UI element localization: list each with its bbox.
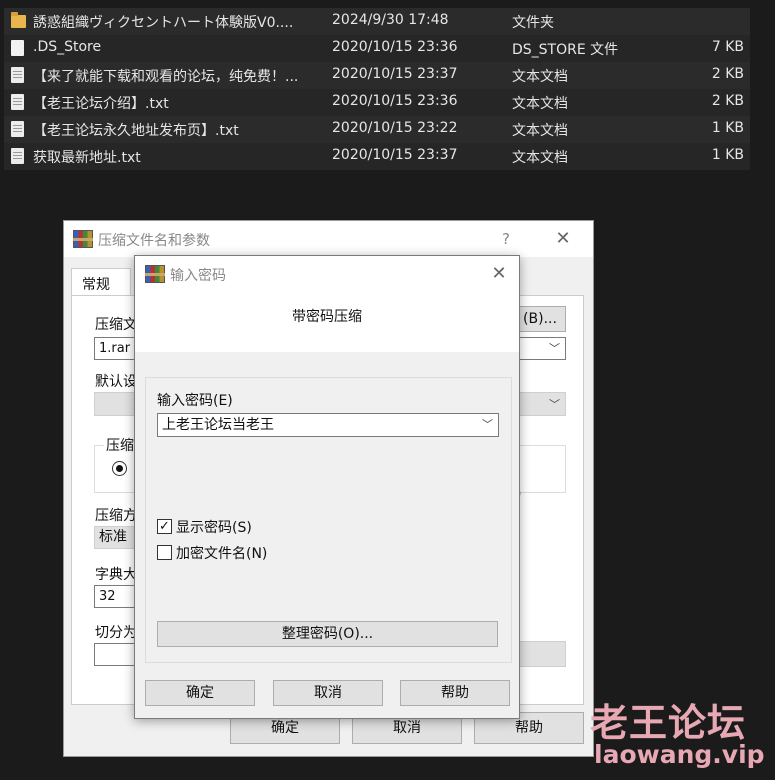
file-row[interactable]: .DS_Store 2020/10/15 23:36 DS_STORE 文件 7…: [4, 35, 750, 62]
close-icon[interactable]: ✕: [487, 262, 511, 286]
browse-button-label: (B)...: [523, 311, 557, 327]
method-label: 压缩方: [95, 508, 137, 524]
archive-dialog-titlebar: 压缩文件名和参数 ? ✕: [64, 221, 593, 257]
text-file-icon: [11, 121, 24, 137]
folder-icon: [11, 12, 26, 28]
format-group-label: 压缩: [104, 435, 136, 455]
format-radio[interactable]: [112, 461, 127, 476]
password-input[interactable]: 上老王论坛当老王 ﹀: [157, 413, 499, 437]
file-type: 文本文档: [512, 150, 568, 166]
archive-help-label: 帮助: [515, 720, 543, 736]
file-size: 2 KB: [711, 93, 744, 109]
method-value: 标准: [99, 529, 127, 545]
chevron-down-icon: ﹀: [549, 398, 560, 411]
split-label: 切分为: [95, 625, 137, 641]
file-icon: [11, 40, 24, 56]
password-ok-button[interactable]: 确定: [145, 680, 255, 706]
file-type: 文本文档: [512, 69, 568, 85]
file-row[interactable]: 誘惑組織ヴィクセントハート体験版V0.... 2024/9/30 17:48 文…: [4, 8, 750, 35]
file-date: 2020/10/15 23:36: [332, 93, 458, 109]
file-type: 文本文档: [512, 96, 568, 112]
show-password-label: 显示密码(S): [176, 520, 252, 536]
file-size: 1 KB: [711, 147, 744, 163]
archive-name-label: 压缩文: [95, 317, 137, 333]
archive-cancel-label: 取消: [393, 720, 421, 736]
file-type: 文本文档: [512, 123, 568, 139]
organize-passwords-button[interactable]: 整理密码(O)...: [157, 621, 498, 647]
password-dialog-titlebar: 输入密码 ✕: [135, 256, 519, 292]
archive-ok-label: 确定: [271, 720, 299, 736]
password-ok-label: 确定: [186, 685, 214, 701]
password-dialog-heading: 带密码压缩: [292, 309, 362, 325]
dict-value: 32: [99, 589, 116, 604]
file-size: 2 KB: [711, 66, 744, 82]
checkbox-unchecked-icon: [157, 545, 172, 560]
file-row[interactable]: 获取最新地址.txt 2020/10/15 23:37 文本文档 1 KB: [4, 143, 750, 170]
file-type: 文件夹: [512, 15, 554, 31]
file-type: DS_STORE 文件: [512, 42, 619, 58]
encrypt-names-label: 加密文件名(N): [176, 546, 268, 562]
password-dialog-header: 带密码压缩: [135, 292, 519, 352]
password-cancel-button[interactable]: 取消: [273, 680, 383, 706]
watermark-name: 老王论坛: [590, 701, 747, 745]
file-name: 【来了就能下载和观看的论坛，纯免费！...: [33, 69, 299, 85]
file-date: 2020/10/15 23:37: [332, 147, 458, 163]
file-size: 7 KB: [711, 39, 744, 55]
text-file-icon: [11, 148, 24, 164]
organize-passwords-label: 整理密码(O)...: [281, 626, 374, 642]
file-name: .DS_Store: [33, 39, 102, 55]
file-date: 2020/10/15 23:36: [332, 39, 458, 55]
tab-general[interactable]: 常规: [71, 268, 131, 296]
chevron-down-icon: ﹀: [482, 418, 493, 431]
archive-name-value: 1.rar: [99, 341, 131, 356]
dict-label: 字典大: [95, 567, 137, 583]
winrar-icon: [73, 230, 93, 248]
file-list: 誘惑組織ヴィクセントハート体験版V0.... 2024/9/30 17:48 文…: [4, 8, 750, 170]
password-label: 输入密码(E): [157, 393, 233, 409]
file-name: 获取最新地址.txt: [33, 150, 141, 166]
file-date: 2024/9/30 17:48: [332, 12, 449, 28]
password-cancel-label: 取消: [314, 685, 342, 701]
file-name: 【老王论坛永久地址发布页】.txt: [33, 123, 239, 139]
file-row[interactable]: 【老王论坛介绍】.txt 2020/10/15 23:36 文本文档 2 KB: [4, 89, 750, 116]
file-name: 【老王论坛介绍】.txt: [33, 96, 169, 112]
text-file-icon: [11, 94, 24, 110]
set-password-button[interactable]: [514, 641, 566, 667]
file-row[interactable]: 【来了就能下载和观看的论坛，纯免费！... 2020/10/15 23:37 文…: [4, 62, 750, 89]
archive-dialog-title: 压缩文件名和参数: [98, 233, 210, 249]
file-date: 2020/10/15 23:37: [332, 66, 458, 82]
password-help-label: 帮助: [441, 685, 469, 701]
close-icon[interactable]: ✕: [551, 227, 575, 251]
help-icon[interactable]: ?: [496, 227, 516, 251]
password-dialog: 输入密码 ✕ 带密码压缩 输入密码(E) 上老王论坛当老王 ﹀ ✓ 显示密码(S…: [134, 255, 520, 719]
file-row[interactable]: 【老王论坛永久地址发布页】.txt 2020/10/15 23:22 文本文档 …: [4, 116, 750, 143]
tab-general-label: 常规: [82, 277, 110, 293]
watermark-url: laowang.vip: [594, 740, 765, 769]
password-dialog-title: 输入密码: [170, 268, 226, 284]
checkbox-checked-icon: ✓: [157, 519, 172, 534]
password-value: 上老王论坛当老王: [162, 417, 274, 433]
file-name: 誘惑組織ヴィクセントハート体験版V0....: [33, 15, 294, 31]
text-file-icon: [11, 67, 24, 83]
browse-button[interactable]: (B)...: [514, 306, 566, 332]
chevron-down-icon: ﹀: [549, 342, 560, 355]
default-profile-label: 默认设: [95, 374, 137, 390]
file-size: 1 KB: [711, 120, 744, 136]
winrar-icon: [145, 265, 165, 283]
password-help-button[interactable]: 帮助: [400, 680, 510, 706]
file-date: 2020/10/15 23:22: [332, 120, 458, 136]
